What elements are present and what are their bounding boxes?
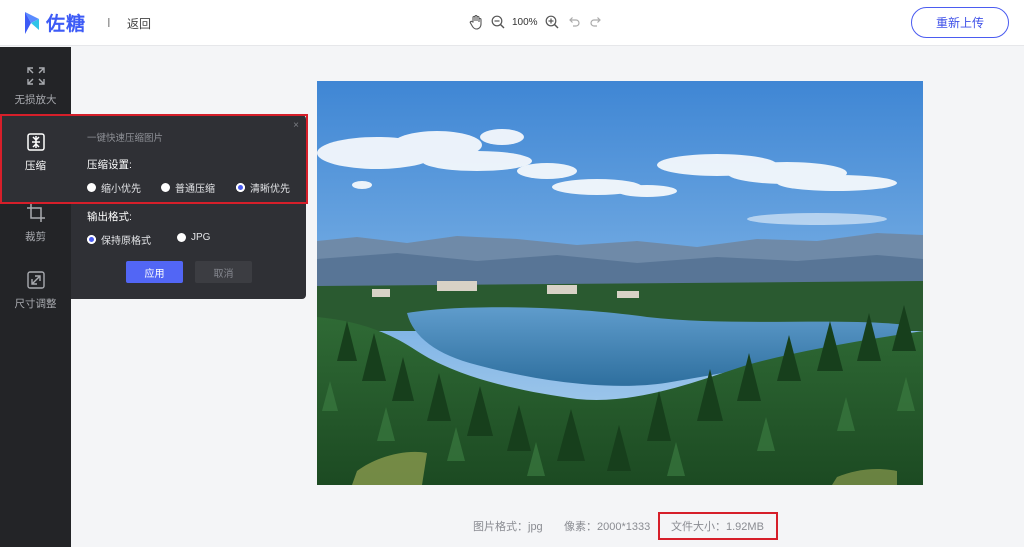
sidebar-item-label: 压缩 (25, 160, 46, 172)
expand-icon (26, 67, 45, 85)
radio-button-selected[interactable] (87, 235, 96, 244)
image-pixels-info: 像素：2000*1333 (564, 521, 651, 533)
output-format-label: 输出格式: (87, 211, 132, 223)
radio-label: 缩小优先 (101, 184, 141, 195)
header-separator: I (107, 15, 111, 30)
apply-button[interactable]: 应用 (126, 261, 183, 283)
radio-button[interactable] (87, 183, 96, 192)
highlight-annotation-file-size (658, 512, 778, 540)
sidebar-item-label: 无损放大 (14, 94, 57, 106)
radio-label: 清晰优先 (250, 184, 290, 195)
sidebar-item-upscale[interactable]: 无损放大 (0, 50, 71, 114)
image-format-info: 图片格式：jpg (473, 521, 543, 533)
top-header: 佐糖 I 返回 100% 重新上传 (0, 0, 1024, 46)
logo-mark-icon (25, 11, 39, 34)
zoom-out-icon[interactable] (489, 13, 507, 31)
radio-keep-format[interactable]: 保持原格式 (87, 232, 151, 247)
zoom-in-icon[interactable] (543, 13, 561, 31)
radio-label: JPG (191, 232, 211, 243)
reupload-button[interactable]: 重新上传 (911, 7, 1009, 38)
radio-shrink-first[interactable]: 缩小优先 (87, 180, 141, 195)
radio-button[interactable] (161, 183, 170, 192)
undo-icon[interactable] (565, 13, 583, 31)
sidebar-item-label: 尺寸调整 (14, 298, 57, 310)
zoom-level: 100% (512, 16, 538, 28)
view-toolbar: 100% (467, 13, 605, 31)
sidebar-item-resize[interactable]: 尺寸调整 (0, 254, 71, 318)
radio-label: 保持原格式 (101, 236, 151, 247)
radio-label: 普通压缩 (175, 184, 215, 195)
preview-image (317, 81, 923, 485)
panel-hint: 一键快速压缩图片 (87, 133, 164, 144)
radio-clarity-first[interactable]: 清晰优先 (236, 180, 290, 195)
close-icon[interactable]: × (293, 120, 299, 131)
compress-icon (26, 133, 45, 151)
cancel-button[interactable]: 取消 (195, 261, 252, 283)
tool-sidebar: 无损放大 压缩 裁剪 尺寸调整 (0, 47, 71, 547)
compress-panel: 一键快速压缩图片 × 压缩设置: 缩小优先 普通压缩 清晰优先 输出格式: 保持… (71, 115, 306, 299)
app-name: 佐糖 (46, 14, 87, 35)
radio-normal-compress[interactable]: 普通压缩 (161, 180, 215, 195)
crop-icon (26, 204, 45, 222)
sidebar-item-label: 裁剪 (25, 231, 46, 243)
hand-pan-icon[interactable] (467, 13, 485, 31)
compress-settings-label: 压缩设置: (87, 159, 132, 171)
radio-jpg[interactable]: JPG (177, 232, 210, 243)
app-logo[interactable]: 佐糖 (22, 9, 86, 36)
radio-button-selected[interactable] (236, 183, 245, 192)
sidebar-item-crop[interactable]: 裁剪 (0, 187, 71, 251)
radio-button[interactable] (177, 233, 186, 242)
back-link[interactable]: 返回 (127, 15, 151, 32)
redo-icon[interactable] (587, 13, 605, 31)
resize-icon (26, 271, 45, 289)
